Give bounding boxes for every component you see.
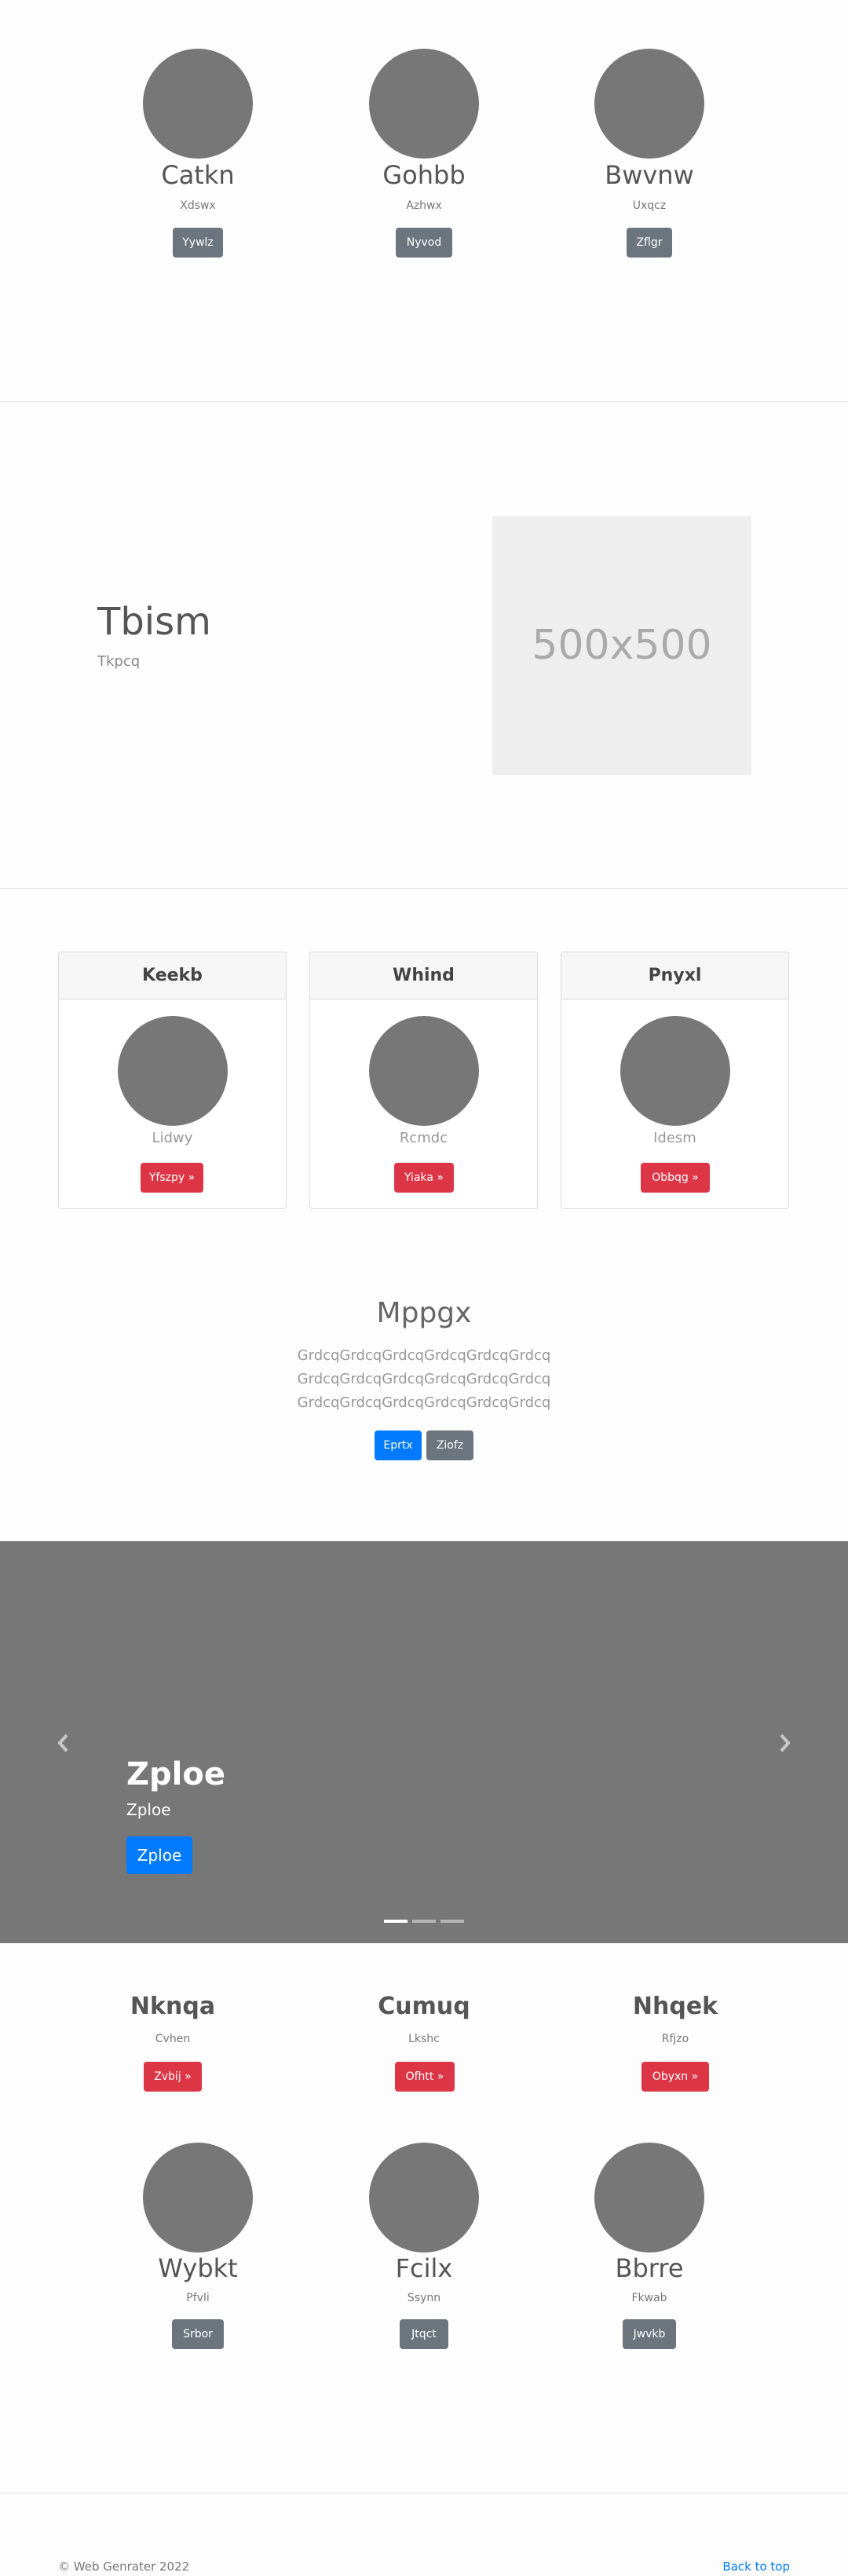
card: Whind Rcmdc Yiaka » (309, 952, 538, 1209)
avatar (143, 2143, 253, 2253)
footer-copyright: © Web Genrater 2022 (58, 2560, 190, 2574)
member-name: Bbrre (615, 2253, 684, 2283)
divider (0, 2493, 848, 2494)
member-button[interactable]: Srbor (172, 2319, 224, 2349)
avatar (594, 49, 704, 159)
card-header: Whind (310, 952, 537, 999)
carousel-indicators (384, 1920, 466, 1923)
card-button[interactable]: Yiaka » (394, 1163, 454, 1193)
cta-text-line: GrdcqGrdcqGrdcqGrdcqGrdcqGrdcq (297, 1394, 551, 1411)
feature-item-text: Rfjzo (661, 2033, 689, 2045)
feature-item-text: Cvhen (155, 2033, 191, 2045)
avatar (369, 49, 479, 159)
feature-item-button[interactable]: Obyxn » (641, 2062, 709, 2092)
member-name: Gohbb (382, 160, 466, 190)
card-text: Rcmdc (399, 1130, 448, 1146)
member-name: Fcilx (395, 2253, 453, 2283)
card-header: Pnyxl (561, 952, 788, 999)
feature-item-text: Lkshc (408, 2033, 440, 2045)
feature-image-placeholder: 500x500 (492, 516, 751, 775)
card-text: Idesm (653, 1130, 696, 1146)
feature-item-button[interactable]: Ofhtt » (395, 2062, 455, 2092)
carousel-caption: Zploe (126, 1800, 171, 1819)
member-role: Azhwx (406, 199, 442, 212)
card-image (620, 1016, 730, 1126)
card-button[interactable]: Yfszpy » (141, 1163, 203, 1193)
divider (0, 888, 848, 889)
card-button[interactable]: Obbqg » (641, 1163, 710, 1193)
member-button[interactable]: Yywlz (173, 228, 223, 258)
feature-item-title: Nknqa (130, 1993, 216, 2020)
carousel-indicator[interactable] (440, 1920, 464, 1923)
carousel-button[interactable]: Zploe (126, 1836, 192, 1874)
member-role: Pfvli (186, 2292, 210, 2304)
carousel-prev-icon[interactable] (52, 1731, 75, 1755)
card-text: Lidwy (152, 1130, 193, 1146)
member-role: Ssynn (407, 2292, 441, 2304)
back-to-top-link[interactable]: Back to top (707, 2560, 790, 2574)
member-role: Fkwab (631, 2292, 667, 2304)
feature-subtitle: Tkpcq (97, 653, 141, 670)
feature-item-title: Nhqek (632, 1993, 718, 2020)
member-button[interactable]: Zflgr (627, 228, 672, 258)
divider (0, 401, 848, 402)
cta-text-line: GrdcqGrdcqGrdcqGrdcqGrdcqGrdcq (297, 1371, 551, 1387)
carousel-next-icon[interactable] (773, 1731, 796, 1755)
cta-primary-button[interactable]: Eprtx (375, 1431, 422, 1460)
member-name: Wybkt (158, 2253, 238, 2283)
member-button[interactable]: Jwvkb (623, 2319, 676, 2349)
carousel-indicator[interactable] (412, 1920, 436, 1923)
cta-title: Mppgx (376, 1297, 472, 1329)
carousel-indicator[interactable] (384, 1920, 408, 1923)
avatar (594, 2143, 704, 2253)
member-role: Xdswx (180, 199, 216, 212)
feature-item-button[interactable]: Zvbij » (144, 2062, 202, 2092)
member-name: Bwvnw (605, 160, 694, 190)
card: Pnyxl Idesm Obbqg » (561, 952, 789, 1209)
member-name: Catkn (161, 160, 235, 190)
card: Keekb Lidwy Yfszpy » (58, 952, 287, 1209)
member-role: Uxqcz (632, 199, 667, 212)
member-button[interactable]: Nyvod (396, 228, 452, 258)
avatar (369, 2143, 479, 2253)
cta-secondary-button[interactable]: Ziofz (426, 1431, 473, 1460)
image-size-label: 500x500 (532, 622, 712, 669)
cta-text-line: GrdcqGrdcqGrdcqGrdcqGrdcqGrdcq (297, 1347, 551, 1364)
carousel: Zploe Zploe Zploe (0, 1541, 848, 1943)
card-image (369, 1016, 479, 1126)
card-header: Keekb (59, 952, 286, 999)
avatar (143, 49, 253, 159)
feature-item-title: Cumuq (378, 1993, 470, 2020)
member-button[interactable]: Jtqct (400, 2319, 448, 2349)
carousel-title: Zploe (126, 1756, 225, 1792)
feature-title: Tbism (97, 600, 211, 644)
card-image (118, 1016, 228, 1126)
